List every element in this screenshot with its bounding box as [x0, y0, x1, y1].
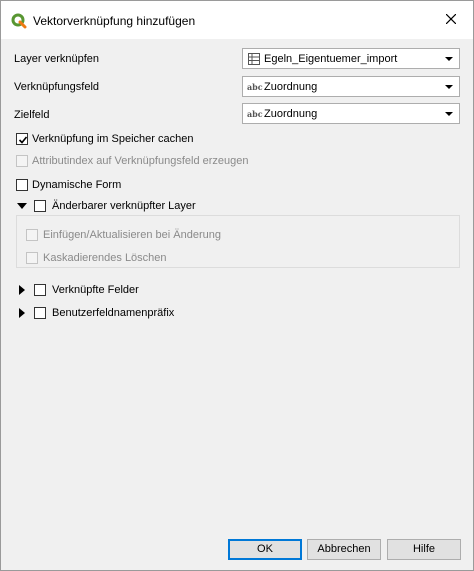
- join-field-combobox[interactable]: abc Zuordnung: [242, 76, 460, 97]
- dialog-content: Layer verknüpfen Egeln_Eigentuemer_impor…: [1, 39, 473, 570]
- chevron-down-icon: [445, 57, 453, 61]
- editable-layer-options-group: Einfügen/Aktualisieren bei Änderung Kask…: [16, 215, 460, 268]
- target-field-label: Zielfeld: [14, 109, 50, 121]
- editable-joined-layer-checkbox[interactable]: [34, 200, 46, 212]
- cache-join-label: Verknüpfung im Speicher cachen: [32, 133, 194, 145]
- editable-joined-layer-label: Änderbarer verknüpfter Layer: [52, 200, 196, 212]
- qgis-logo-icon: [11, 13, 27, 29]
- expand-icon[interactable]: [19, 308, 25, 318]
- cancel-button[interactable]: Abbrechen: [307, 539, 381, 560]
- dialog-title: Vektorverknüpfung hinzufügen: [33, 14, 196, 28]
- close-icon: [445, 13, 457, 27]
- cascade-delete-checkbox[interactable]: [26, 252, 38, 264]
- cache-join-checkbox[interactable]: [16, 133, 28, 145]
- chevron-down-icon: [445, 112, 453, 116]
- upsert-on-edit-checkbox[interactable]: [26, 229, 38, 241]
- joined-fields-label: Verknüpfte Felder: [52, 284, 139, 296]
- join-field-value: Zuordnung: [264, 81, 318, 93]
- join-field-label: Verknüpfungsfeld: [14, 81, 100, 93]
- joined-fields-checkbox[interactable]: [34, 284, 46, 296]
- attribute-index-label: Attributindex auf Verknüpfungsfeld erzeu…: [32, 155, 249, 167]
- title-bar: Vektorverknüpfung hinzufügen: [1, 1, 473, 39]
- join-layer-label: Layer verknüpfen: [14, 53, 99, 65]
- dynamic-form-label: Dynamische Form: [32, 179, 122, 191]
- target-field-value: Zuordnung: [264, 108, 318, 120]
- text-field-type-icon: abc: [247, 82, 263, 92]
- attribute-index-checkbox[interactable]: [16, 155, 28, 167]
- target-field-combobox[interactable]: abc Zuordnung: [242, 103, 460, 124]
- add-vector-join-dialog: Vektorverknüpfung hinzufügen Layer verkn…: [0, 0, 474, 571]
- upsert-on-edit-label: Einfügen/Aktualisieren bei Änderung: [43, 229, 221, 241]
- expand-collapse-icon[interactable]: [17, 203, 27, 209]
- text-field-type-icon: abc: [247, 109, 263, 119]
- cascade-delete-label: Kaskadierendes Löschen: [43, 252, 167, 264]
- join-layer-value: Egeln_Eigentuemer_import: [264, 53, 398, 65]
- join-layer-combobox[interactable]: Egeln_Eigentuemer_import: [242, 48, 460, 69]
- table-layer-icon: [248, 53, 260, 65]
- help-button[interactable]: Hilfe: [387, 539, 461, 560]
- checkmark-icon: [18, 136, 28, 144]
- expand-icon[interactable]: [19, 285, 25, 295]
- close-button[interactable]: [429, 1, 473, 39]
- field-prefix-label: Benutzerfeldnamenpräfix: [52, 307, 175, 319]
- dynamic-form-checkbox[interactable]: [16, 179, 28, 191]
- ok-button[interactable]: OK: [228, 539, 302, 560]
- chevron-down-icon: [445, 85, 453, 89]
- field-prefix-checkbox[interactable]: [34, 307, 46, 319]
